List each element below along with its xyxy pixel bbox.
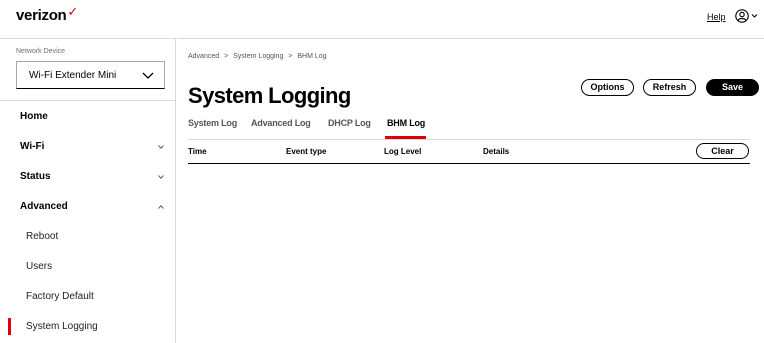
page-title: System Logging — [188, 83, 351, 108]
sidebar-item-label: Home — [20, 111, 48, 122]
column-header-event-type: Event type — [286, 147, 327, 156]
sidebar-divider — [0, 100, 176, 101]
user-circle-icon[interactable] — [735, 9, 749, 23]
chevron-down-icon — [142, 72, 154, 79]
top-bar: verizon✓ Help — [0, 0, 764, 38]
tab-system-log[interactable]: System Log — [188, 118, 237, 128]
verizon-logo[interactable]: verizon✓ — [16, 4, 79, 24]
sidebar-item-reboot[interactable]: Reboot — [0, 224, 175, 250]
sidebar-item-factory-default[interactable]: Factory Default — [0, 284, 175, 310]
column-header-time: Time — [188, 147, 207, 156]
sidebar-item-advanced[interactable]: Advanced — [0, 194, 175, 220]
table-header-divider — [188, 163, 750, 164]
tab-dhcp-log[interactable]: DHCP Log — [328, 118, 371, 128]
sidebar-item-home[interactable]: Home — [0, 104, 175, 130]
chevron-down-icon — [158, 175, 164, 179]
sidebar-item-label: Factory Default — [26, 291, 94, 302]
chevron-up-icon — [158, 205, 164, 209]
breadcrumb-item-system-logging[interactable]: System Logging — [233, 53, 283, 60]
breadcrumb-separator: > — [288, 53, 293, 60]
network-device-label: Network Device — [16, 48, 66, 55]
clear-button[interactable]: Clear — [696, 143, 749, 159]
network-device-select[interactable]: Wi-Fi Extender Mini — [16, 61, 165, 89]
sidebar-item-label: Status — [20, 171, 51, 182]
sidebar-item-users[interactable]: Users — [0, 254, 175, 280]
save-button[interactable]: Save — [706, 79, 759, 96]
column-header-details: Details — [483, 147, 510, 156]
sidebar-item-label: Reboot — [26, 231, 59, 242]
breadcrumb-item-bhm-log: BHM Log — [297, 53, 327, 60]
breadcrumb-separator: > — [224, 53, 229, 60]
refresh-button[interactable]: Refresh — [643, 79, 696, 96]
sidebar-item-system-logging[interactable]: System Logging — [0, 314, 175, 340]
breadcrumb-item-advanced[interactable]: Advanced — [188, 53, 219, 60]
column-header-log-level: Log Level — [384, 147, 422, 156]
help-link[interactable]: Help — [707, 12, 726, 22]
tab-advanced-log[interactable]: Advanced Log — [251, 118, 311, 128]
tab-bhm-log[interactable]: BHM Log — [387, 118, 425, 128]
breadcrumb: Advanced > System Logging > BHM Log — [188, 53, 330, 60]
sidebar-item-label: System Logging — [26, 321, 98, 332]
device-select-value: Wi-Fi Extender Mini — [29, 70, 117, 81]
options-button[interactable]: Options — [581, 79, 634, 96]
sidebar-item-wifi[interactable]: Wi-Fi — [0, 134, 175, 160]
logo-check-icon: ✓ — [67, 4, 79, 19]
main-content: Advanced > System Logging > BHM Log Syst… — [177, 38, 764, 343]
chevron-down-icon — [158, 145, 164, 149]
tabs-divider — [188, 139, 750, 140]
sidebar-item-status[interactable]: Status — [0, 164, 175, 190]
sidebar-item-label: Wi-Fi — [20, 141, 45, 152]
sidebar-item-label: Advanced — [20, 201, 68, 212]
sidebar-item-label: Users — [26, 261, 53, 272]
sidebar: Network Device Wi-Fi Extender Mini Home … — [0, 38, 176, 343]
logo-text: verizon — [16, 7, 67, 24]
chevron-down-icon[interactable] — [751, 12, 758, 19]
